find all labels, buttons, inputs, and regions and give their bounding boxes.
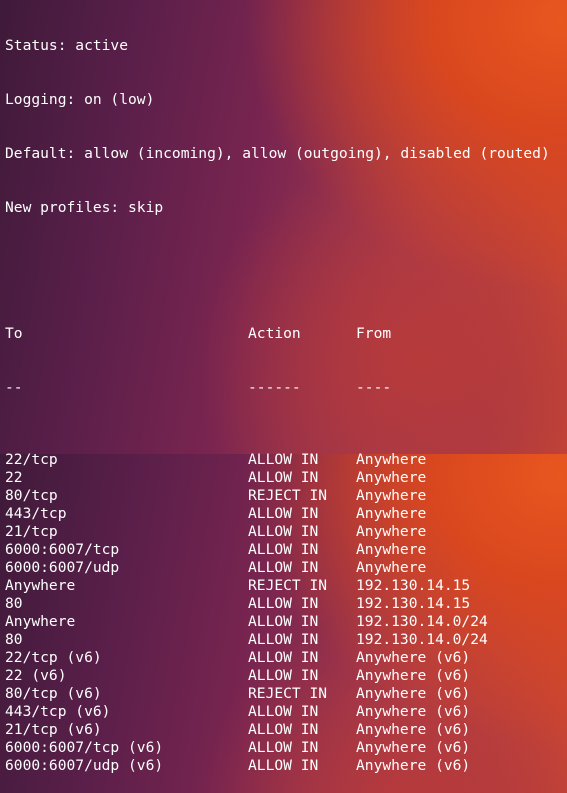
rule-action: ALLOW IN (248, 613, 319, 630)
rule-action: REJECT IN (248, 685, 328, 702)
rule-to: 22 (v6) (5, 667, 67, 684)
rule-from: 192.130.14.15 (356, 577, 471, 594)
rule-to: 80 (5, 595, 23, 612)
table-row: Anywhere REJECT IN 192.130.14.15 (5, 577, 565, 595)
rule-to: 80 (5, 631, 23, 648)
rule-from: Anywhere (v6) (356, 703, 471, 720)
table-separator: -- ------ ---- (5, 379, 565, 397)
rule-from: 192.130.14.15 (356, 595, 471, 612)
rule-action: ALLOW IN (248, 523, 319, 540)
table-row: 22 (v6) ALLOW IN Anywhere (v6) (5, 667, 565, 685)
rule-to: Anywhere (5, 577, 76, 594)
header-to: To (5, 325, 23, 342)
rule-to: 6000:6007/tcp (v6) (5, 739, 164, 756)
rule-from: Anywhere (v6) (356, 739, 471, 756)
table-row: 21/tcp ALLOW IN Anywhere (5, 523, 565, 541)
rule-to: 80/tcp (v6) (5, 685, 102, 702)
rule-to: 6000:6007/udp (v6) (5, 757, 164, 774)
table-header: To Action From (5, 325, 565, 343)
table-row: 22 ALLOW IN Anywhere (5, 469, 565, 487)
table-row: 80 ALLOW IN 192.130.14.15 (5, 595, 565, 613)
rule-action: ALLOW IN (248, 631, 319, 648)
table-row: 80 ALLOW IN 192.130.14.0/24 (5, 631, 565, 649)
header-action: Action (248, 325, 301, 342)
table-row: 80/tcp REJECT IN Anywhere (5, 487, 565, 505)
table-row: 21/tcp (v6) ALLOW IN Anywhere (v6) (5, 721, 565, 739)
rule-from: Anywhere (v6) (356, 721, 471, 738)
rule-from: Anywhere (v6) (356, 649, 471, 666)
rule-to: 6000:6007/udp (5, 559, 120, 576)
rule-to: 22 (5, 469, 23, 486)
rule-from: Anywhere (356, 505, 427, 522)
table-row: 22/tcp (v6) ALLOW IN Anywhere (v6) (5, 649, 565, 667)
rule-action: ALLOW IN (248, 739, 319, 756)
rule-action: REJECT IN (248, 577, 328, 594)
table-row: Anywhere ALLOW IN 192.130.14.0/24 (5, 613, 565, 631)
rule-from: Anywhere (v6) (356, 757, 471, 774)
table-row: 6000:6007/tcp ALLOW IN Anywhere (5, 541, 565, 559)
rule-to: 443/tcp (v6) (5, 703, 111, 720)
rule-from: Anywhere (356, 541, 427, 558)
rule-from: Anywhere (v6) (356, 667, 471, 684)
rule-to: Anywhere (5, 613, 76, 630)
rule-from: Anywhere (356, 523, 427, 540)
rule-to: 443/tcp (5, 505, 67, 522)
rule-action: REJECT IN (248, 487, 328, 504)
rule-to: 21/tcp (v6) (5, 721, 102, 738)
rule-from: Anywhere (356, 487, 427, 504)
rule-from: 192.130.14.0/24 (356, 613, 488, 630)
rule-action: ALLOW IN (248, 649, 319, 666)
table-row: 80/tcp (v6) REJECT IN Anywhere (v6) (5, 685, 565, 703)
rule-from: 192.130.14.0/24 (356, 631, 488, 648)
rule-to: 80/tcp (5, 487, 58, 504)
rule-from: Anywhere (356, 559, 427, 576)
rule-action: ALLOW IN (248, 757, 319, 774)
rule-to: 6000:6007/tcp (5, 541, 120, 558)
rule-action: ALLOW IN (248, 667, 319, 684)
table-row: 6000:6007/udp (v6) ALLOW IN Anywhere (v6) (5, 757, 565, 775)
rule-action: ALLOW IN (248, 721, 319, 738)
rule-action: ALLOW IN (248, 505, 319, 522)
table-row: 6000:6007/udp ALLOW IN Anywhere (5, 559, 565, 577)
terminal-output[interactable]: Status: active Logging: on (low) Default… (5, 1, 565, 793)
table-row: 6000:6007/tcp (v6) ALLOW IN Anywhere (v6) (5, 739, 565, 757)
rule-to: 22/tcp (v6) (5, 649, 102, 666)
rule-from: Anywhere (356, 469, 427, 486)
status-line: Status: active (5, 37, 129, 54)
rule-from: Anywhere (v6) (356, 685, 471, 702)
rule-list: 22/tcp ALLOW IN Anywhere 22 ALLOW IN Anywhere… (5, 451, 565, 775)
rule-action: ALLOW IN (248, 559, 319, 576)
separator-action: ------ (248, 379, 301, 396)
header-from: From (356, 325, 392, 342)
rule-to: 21/tcp (5, 523, 58, 540)
new-profiles-line: New profiles: skip (5, 199, 164, 216)
logging-line: Logging: on (low) (5, 91, 155, 108)
default-policy-line: Default: allow (incoming), allow (outgoi… (5, 145, 550, 162)
rule-action: ALLOW IN (248, 541, 319, 558)
separator-to: -- (5, 379, 23, 396)
rule-action: ALLOW IN (248, 469, 319, 486)
table-row: 443/tcp (v6) ALLOW IN Anywhere (v6) (5, 703, 565, 721)
separator-from: ---- (356, 379, 392, 396)
rule-action: ALLOW IN (248, 703, 319, 720)
rule-action: ALLOW IN (248, 595, 319, 612)
table-row: 443/tcp ALLOW IN Anywhere (5, 505, 565, 523)
